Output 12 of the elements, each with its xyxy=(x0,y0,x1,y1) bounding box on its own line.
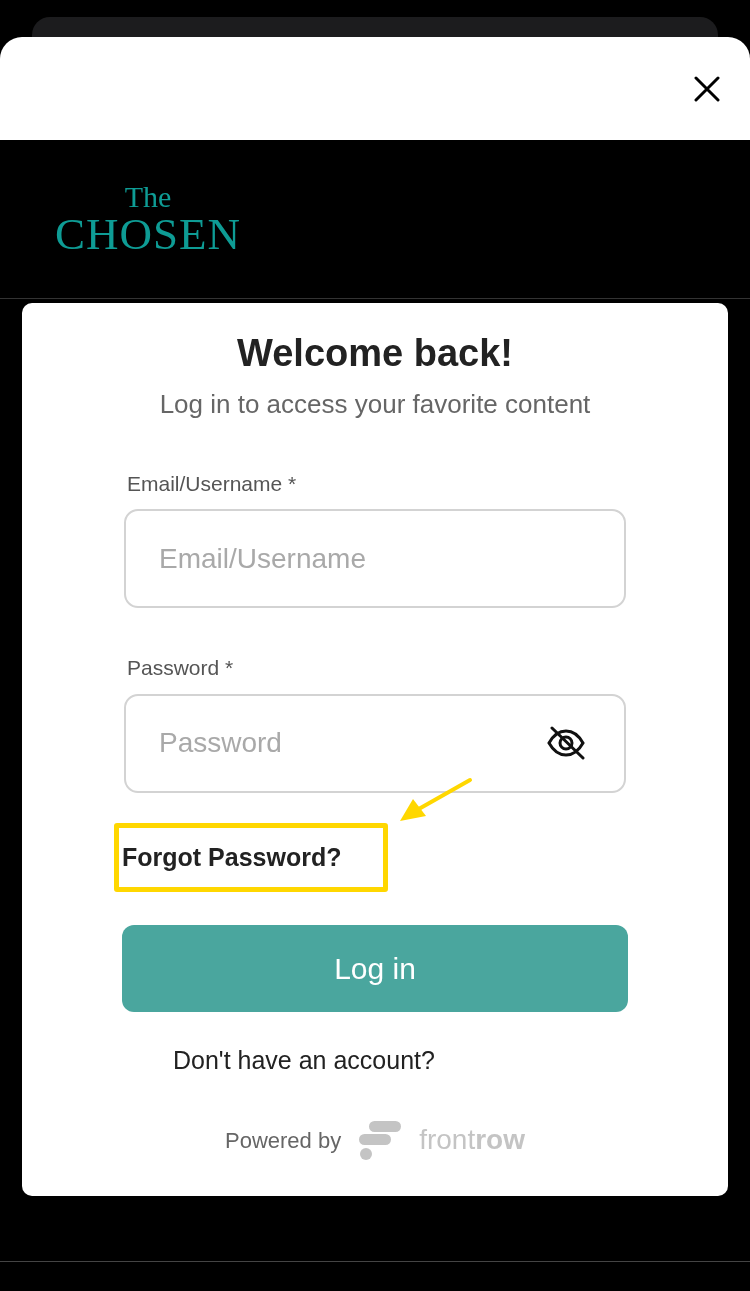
password-field[interactable]: Password xyxy=(124,693,626,793)
forgot-password-link[interactable]: Forgot Password? xyxy=(122,838,342,877)
email-field[interactable]: Email/Username xyxy=(124,509,626,609)
title: Welcome back! xyxy=(236,331,514,376)
subtitle: Log in to access your favorite content xyxy=(158,387,592,421)
logo-text: CHOSEN xyxy=(55,211,242,257)
field-label: Email/Username * xyxy=(127,470,297,497)
field-label: Password * xyxy=(127,655,234,682)
signup-prompt: Don't have an account? xyxy=(173,1044,435,1076)
brand-logo-text: frontrow xyxy=(419,1123,525,1158)
logo-text: The xyxy=(124,181,172,212)
powered-by-text: Powered by xyxy=(225,1126,342,1155)
